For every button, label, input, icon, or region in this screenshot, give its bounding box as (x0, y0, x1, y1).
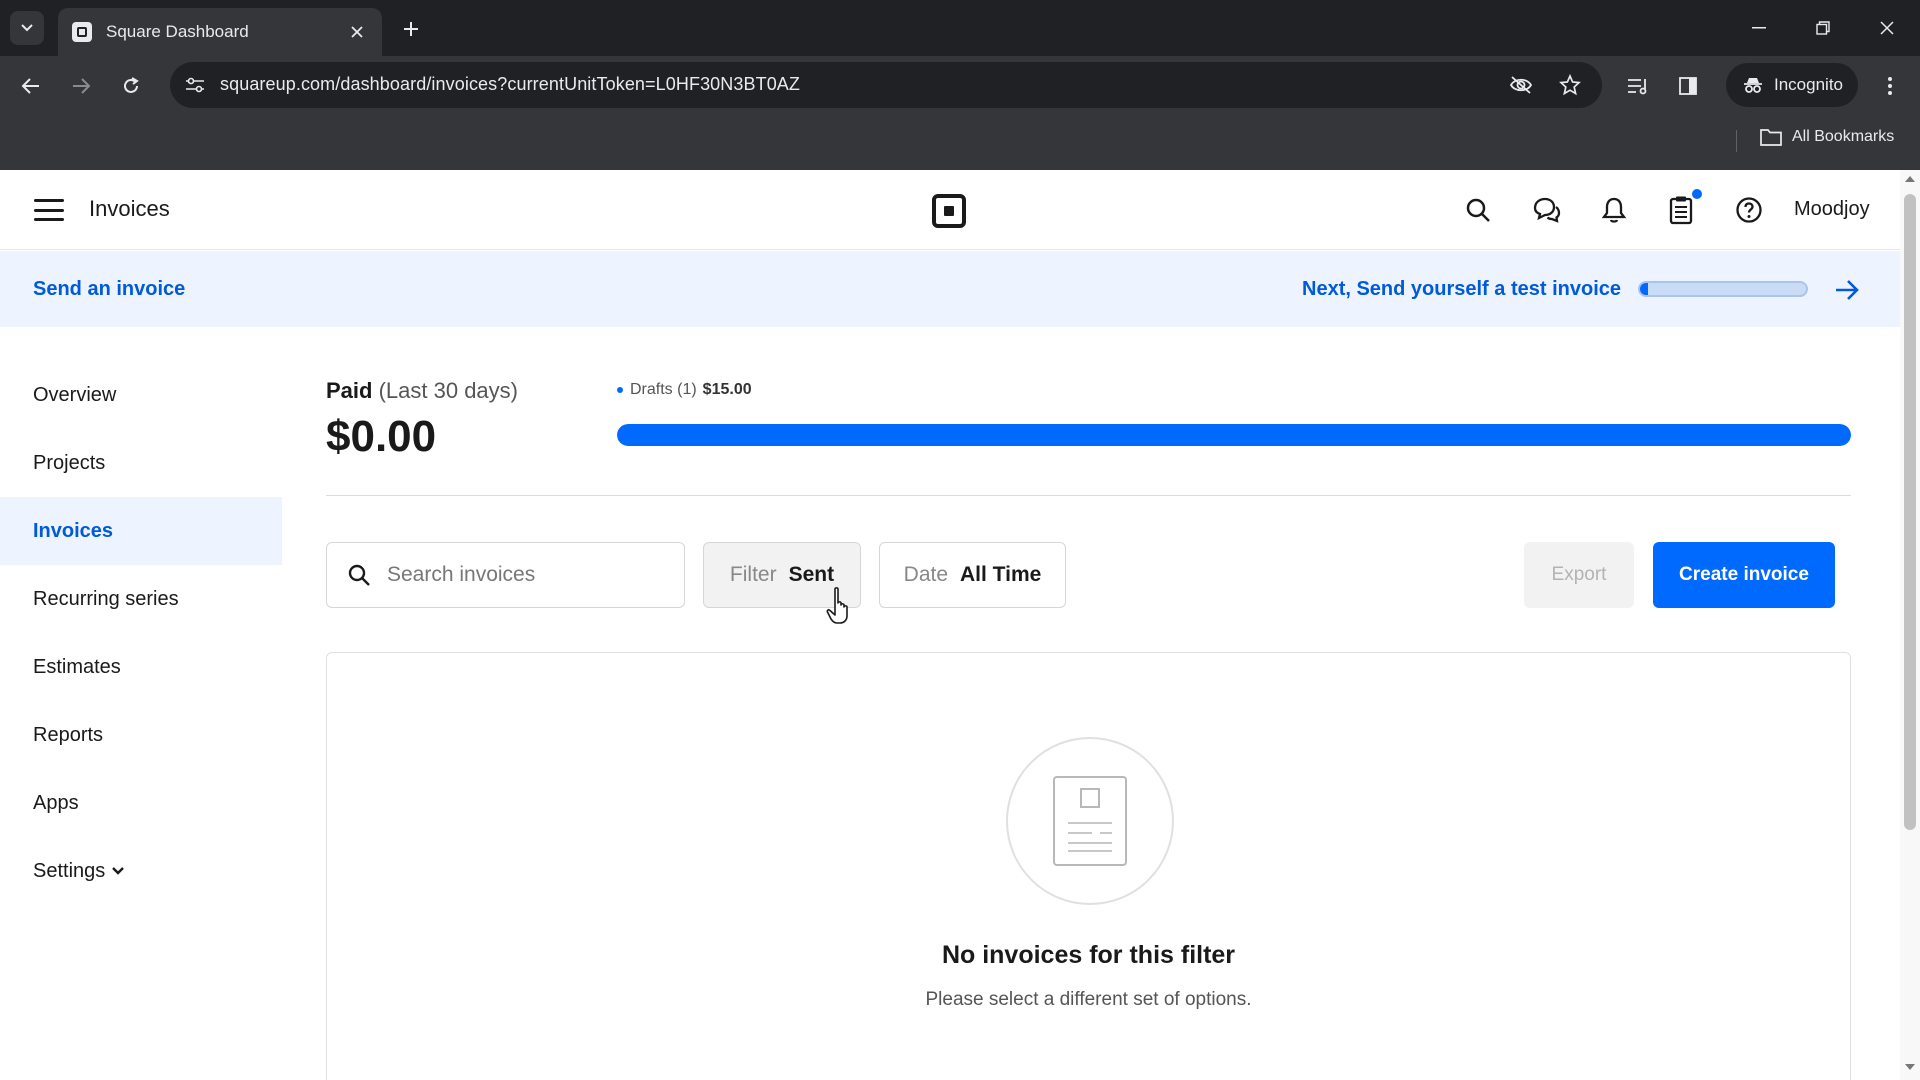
sidebar-item-settings[interactable]: Settings (0, 837, 282, 905)
paid-summary-label: Paid (Last 30 days) (326, 378, 518, 404)
sidebar-item-label: Projects (33, 451, 106, 474)
bookmarks-divider (1736, 130, 1737, 152)
sidebar: Overview Projects Invoices Recurring ser… (0, 327, 282, 1080)
incognito-label: Incognito (1774, 75, 1843, 94)
account-name[interactable]: Moodjoy (1794, 198, 1870, 221)
tab-close-icon[interactable] (346, 21, 368, 43)
sidebar-item-label: Invoices (33, 519, 114, 542)
forward-arrow-icon[interactable] (64, 69, 98, 103)
browser-tab[interactable]: Square Dashboard (58, 8, 382, 56)
paid-amount: $0.00 (326, 412, 437, 461)
star-icon[interactable] (1555, 70, 1585, 100)
hand-cursor-icon (826, 587, 848, 624)
paid-label: Paid (326, 378, 373, 403)
send-invoice-link[interactable]: Send an invoice (33, 278, 185, 301)
search-icon[interactable] (1460, 192, 1496, 228)
bell-icon[interactable] (1596, 192, 1632, 228)
eye-off-icon[interactable] (1506, 70, 1536, 100)
create-invoice-button[interactable]: Create invoice (1653, 542, 1835, 608)
onboarding-banner: Send an invoice Next, Send yourself a te… (0, 251, 1900, 327)
drafts-amount: $15.00 (702, 381, 752, 398)
bookmarks-bar: All Bookmarks (0, 114, 1920, 170)
messages-icon[interactable] (1528, 192, 1564, 228)
square-favicon-icon (72, 22, 92, 42)
reload-icon[interactable] (114, 69, 148, 103)
window-close-icon[interactable] (1862, 10, 1912, 46)
sidebar-item-label: Apps (33, 791, 79, 814)
filter-value: Sent (788, 563, 835, 586)
drafts-progress-fill (617, 424, 1851, 446)
sidebar-item-recurring-series[interactable]: Recurring series (0, 565, 282, 633)
export-button[interactable]: Export (1524, 542, 1634, 608)
all-bookmarks-label: All Bookmarks (1792, 128, 1895, 145)
sidebar-item-apps[interactable]: Apps (0, 769, 282, 837)
side-panel-icon[interactable] (1672, 70, 1704, 102)
paid-period: (Last 30 days) (378, 378, 518, 403)
page-scrollbar[interactable] (1900, 170, 1920, 1080)
restore-icon[interactable] (1798, 10, 1848, 46)
drafts-legend: Drafts (1) $15.00 (617, 381, 752, 399)
date-key: Date (903, 563, 949, 586)
next-step-link[interactable]: Next, Send yourself a test invoice (1302, 278, 1621, 301)
scroll-thumb[interactable] (1904, 194, 1916, 830)
browser-tab-bar: Square Dashboard (0, 0, 1920, 56)
square-logo[interactable] (932, 194, 966, 228)
onboarding-progress-fill (1640, 283, 1649, 295)
sidebar-item-label: Reports (33, 723, 104, 746)
site-settings-icon[interactable] (180, 70, 210, 100)
incognito-badge[interactable]: Incognito (1726, 63, 1858, 107)
drafts-label: Drafts (1) (630, 381, 697, 398)
search-icon (348, 564, 370, 586)
sidebar-item-label: Overview (33, 383, 117, 406)
notification-dot (1692, 189, 1702, 199)
summary-divider (326, 495, 1851, 496)
tab-title: Square Dashboard (106, 22, 249, 41)
back-arrow-icon[interactable] (14, 69, 48, 103)
date-value: All Time (960, 563, 1042, 586)
drafts-progress-bar (617, 424, 1851, 446)
search-field[interactable] (326, 542, 685, 608)
menu-icon[interactable] (34, 196, 64, 224)
new-tab-plus-icon[interactable] (396, 14, 426, 44)
sidebar-item-overview[interactable]: Overview (0, 361, 282, 429)
chevron-down-icon (21, 24, 33, 32)
app-header: Invoices Moodjoy (0, 170, 1900, 250)
help-icon[interactable] (1731, 192, 1767, 228)
sidebar-item-estimates[interactable]: Estimates (0, 633, 282, 701)
all-bookmarks-button[interactable]: All Bookmarks (1760, 128, 1894, 146)
search-input[interactable] (387, 563, 667, 587)
browser-toolbar: squareup.com/dashboard/invoices?currentU… (0, 56, 1920, 114)
url-text: squareup.com/dashboard/invoices?currentU… (220, 74, 801, 94)
sidebar-item-label: Estimates (33, 655, 121, 678)
arrow-right-icon[interactable] (1832, 275, 1862, 305)
sidebar-item-label: Settings (33, 859, 106, 882)
empty-state-subtitle: Please select a different set of options… (925, 989, 1252, 1010)
sidebar-item-projects[interactable]: Projects (0, 429, 282, 497)
scroll-up-arrow-icon[interactable] (1905, 176, 1915, 182)
sidebar-item-reports[interactable]: Reports (0, 701, 282, 769)
incognito-icon (1744, 78, 1762, 93)
minimize-icon[interactable] (1734, 10, 1784, 46)
date-dropdown[interactable]: Date All Time (879, 542, 1066, 608)
invoice-list-panel: No invoices for this filter Please selec… (326, 652, 1851, 1080)
chevron-down-icon (112, 867, 125, 875)
filter-key: Filter (729, 563, 777, 586)
scroll-down-arrow-icon[interactable] (1905, 1064, 1915, 1070)
reading-list-icon[interactable] (1622, 70, 1654, 102)
tab-search-button[interactable] (10, 11, 44, 45)
drafts-legend-dot (617, 387, 623, 393)
sidebar-item-invoices[interactable]: Invoices (0, 497, 282, 565)
address-bar[interactable]: squareup.com/dashboard/invoices?currentU… (170, 62, 1602, 108)
sidebar-item-label: Recurring series (33, 587, 179, 610)
page-title: Invoices (89, 196, 170, 221)
onboarding-progress-bar (1638, 281, 1808, 297)
empty-state-title: No invoices for this filter (941, 941, 1236, 969)
folder-icon (1760, 129, 1782, 146)
more-menu-icon[interactable] (1876, 70, 1904, 102)
empty-invoice-icon (1006, 737, 1174, 905)
